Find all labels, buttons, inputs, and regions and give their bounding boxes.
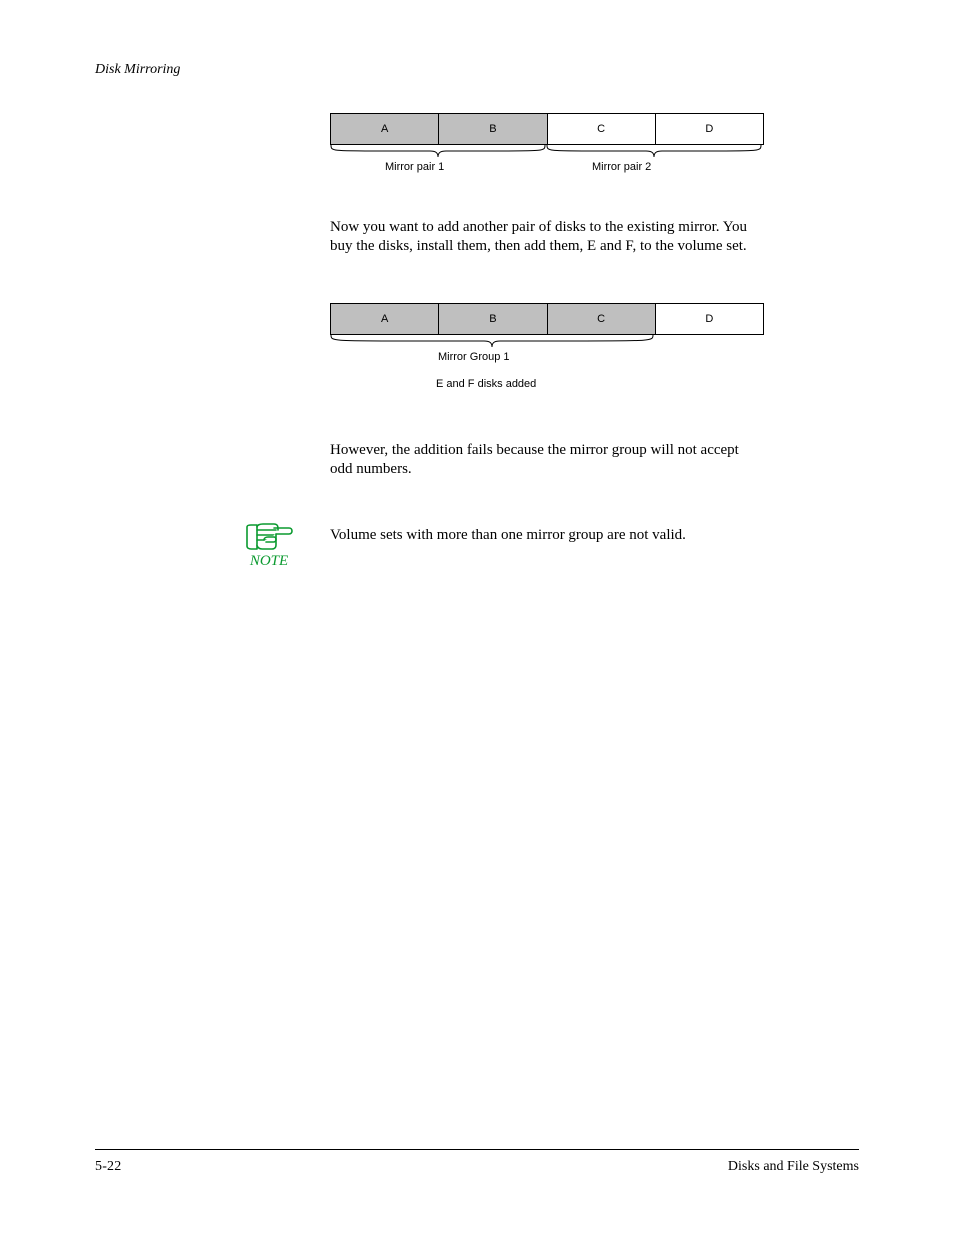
paragraph-1: Now you want to add another pair of disk…: [330, 218, 765, 256]
note-text: Volume sets with more than one mirror gr…: [330, 526, 765, 545]
diagram-2-boxes: A B C D: [330, 303, 764, 335]
brace-icon: [330, 144, 546, 158]
page-header: Disk Mirroring: [95, 62, 180, 78]
diagram-2-label-main: Mirror Group 1: [438, 351, 510, 363]
diagram-1-label-left: Mirror pair 1: [385, 161, 444, 173]
diagram-2-label-sub: E and F disks added: [436, 378, 536, 390]
diagram-1-cell-c: C: [548, 114, 656, 144]
diagram-2-cell-d: D: [656, 304, 763, 334]
diagram-mirror-group: A B C D Mirror Group 1 E and F disks add…: [330, 303, 764, 355]
footer-rule: [95, 1149, 859, 1150]
svg-text:NOTE: NOTE: [249, 553, 288, 568]
diagram-2-cell-c: C: [548, 304, 656, 334]
diagram-1-cell-a: A: [331, 114, 439, 144]
note-icon: NOTE: [244, 522, 294, 568]
brace-icon: [546, 144, 762, 158]
diagram-1-cell-b: B: [439, 114, 547, 144]
page-number: 5-22: [95, 1159, 121, 1175]
diagram-2-cell-a: A: [331, 304, 439, 334]
paragraph-2: However, the addition fails because the …: [330, 441, 765, 479]
diagram-1-boxes: A B C D: [330, 113, 764, 145]
diagram-2-brace: [330, 335, 762, 355]
footer-title: Disks and File Systems: [728, 1159, 859, 1175]
brace-icon: [330, 334, 654, 348]
diagram-2-cell-b: B: [439, 304, 547, 334]
diagram-1-label-right: Mirror pair 2: [592, 161, 651, 173]
diagram-mirror-pairs: A B C D Mirror pair 1 Mirror pair 2: [330, 113, 764, 165]
diagram-1-cell-d: D: [656, 114, 763, 144]
